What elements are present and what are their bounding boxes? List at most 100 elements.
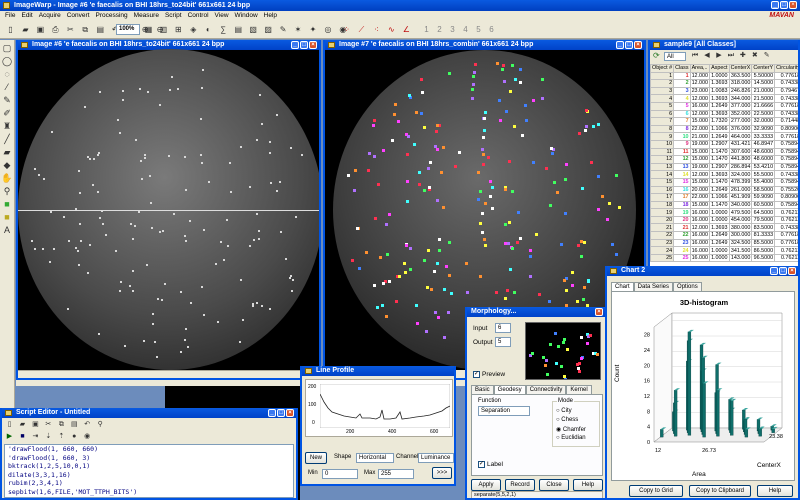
menu-edit[interactable]: Edit bbox=[18, 11, 35, 20]
color-icon[interactable]: ◐ bbox=[202, 23, 215, 36]
star-icon[interactable]: ✶ bbox=[292, 23, 305, 36]
edit-record-icon[interactable]: ✎ bbox=[762, 51, 772, 61]
tab-basic[interactable]: Basic bbox=[471, 385, 494, 394]
fill-icon[interactable]: ♜ bbox=[0, 120, 14, 133]
table-row[interactable]: 8822.0001.1066376.00032.90900.809065 bbox=[650, 124, 798, 134]
table-row[interactable]: 232316.0001.2649324.50085.50000.776184 bbox=[650, 238, 798, 248]
next-record-icon[interactable]: ▶ bbox=[714, 51, 724, 61]
label-checkbox[interactable]: ✓ bbox=[478, 461, 485, 468]
table-row[interactable]: 202016.0001.0000454.00079.50000.762114 bbox=[650, 215, 798, 225]
table-row[interactable]: 10919.0001.2907431.42146.89470.758944 bbox=[650, 139, 798, 149]
grid-icon[interactable]: ▦ bbox=[142, 23, 155, 36]
eraser-icon[interactable]: ▰ bbox=[0, 146, 14, 159]
cut-icon[interactable]: ✂ bbox=[64, 23, 77, 36]
image6-close-icon[interactable]: × bbox=[309, 41, 317, 49]
text-tool-icon[interactable]: A bbox=[0, 224, 14, 237]
select-rect-icon[interactable]: ▢ bbox=[0, 42, 14, 55]
output-field[interactable]: 5 bbox=[495, 337, 511, 347]
max-input[interactable]: 255 bbox=[378, 469, 414, 479]
step-button[interactable]: 5 bbox=[472, 23, 485, 36]
step-button[interactable]: 1 bbox=[420, 23, 433, 36]
yellow-square-icon[interactable]: ■ bbox=[0, 211, 14, 224]
help-button[interactable]: Help bbox=[573, 479, 603, 491]
morphology-close-icon[interactable]: × bbox=[595, 308, 603, 316]
table-row[interactable]: 171722.0001.1066451.90959.90900.809065 bbox=[650, 193, 798, 202]
wand-icon[interactable]: ✦ bbox=[306, 23, 319, 36]
script-min-icon[interactable]: _ bbox=[268, 409, 276, 417]
measurement-table[interactable]: Object # Class Area,.. Aspect CenterX CenterY… bbox=[650, 64, 798, 263]
input-field[interactable]: 6 bbox=[495, 323, 511, 333]
breakpoint-icon[interactable]: ● bbox=[69, 431, 80, 442]
script-cut-icon[interactable]: ✂ bbox=[43, 419, 54, 430]
step-out-icon[interactable]: ⇡ bbox=[56, 431, 67, 442]
image7-min-icon[interactable]: _ bbox=[616, 41, 624, 49]
chart-help-button[interactable]: Help bbox=[757, 485, 793, 497]
points-red-icon[interactable]: ⁖ bbox=[370, 23, 383, 36]
run-icon[interactable]: ▶ bbox=[4, 431, 15, 442]
step-button[interactable]: 4 bbox=[459, 23, 472, 36]
table-row[interactable]: 3323.0001.0083246.82621.00000.794675 bbox=[650, 86, 798, 96]
smudge-icon[interactable]: ✋ bbox=[0, 172, 14, 185]
select-ellipse-icon[interactable]: ◯ bbox=[0, 55, 14, 68]
menu-control[interactable]: Control bbox=[185, 11, 212, 20]
maximize-icon[interactable]: □ bbox=[780, 1, 788, 9]
clone-icon[interactable]: ◆ bbox=[0, 159, 14, 172]
image6-min-icon[interactable]: _ bbox=[291, 41, 299, 49]
table-row[interactable]: 111115.0001.1470307.60048.60000.758944 bbox=[650, 147, 798, 157]
column-header[interactable]: Area,.. bbox=[689, 64, 711, 73]
delete-record-icon[interactable]: ✖ bbox=[750, 51, 760, 61]
last-record-icon[interactable]: ⏭ bbox=[726, 51, 736, 61]
copy-grid-button[interactable]: Copy to Grid bbox=[629, 485, 683, 497]
step-into-icon[interactable]: ⇣ bbox=[43, 431, 54, 442]
min-input[interactable]: 0 bbox=[322, 469, 358, 479]
histogram-icon[interactable]: ▥ bbox=[157, 23, 170, 36]
calc-icon[interactable]: ∑ bbox=[217, 23, 230, 36]
image6-hscroll[interactable] bbox=[18, 370, 319, 378]
chart-close-icon[interactable]: × bbox=[788, 267, 796, 275]
table-row[interactable]: 222216.0001.2649300.00081.33330.776184 bbox=[650, 231, 798, 240]
image6-max-icon[interactable]: □ bbox=[300, 41, 308, 49]
column-header[interactable]: Aspect bbox=[709, 64, 730, 73]
dropper-icon[interactable]: ⚲ bbox=[0, 185, 14, 198]
stop-icon[interactable]: ■ bbox=[17, 431, 28, 442]
script-max-icon[interactable]: □ bbox=[277, 409, 285, 417]
menu-processing[interactable]: Processing bbox=[93, 11, 131, 20]
tab-geodesy[interactable]: Geodesy bbox=[493, 385, 526, 394]
record-button[interactable]: Record bbox=[505, 479, 535, 491]
table-row[interactable]: 131319.0001.2907286.89453.42100.758944 bbox=[650, 162, 798, 172]
function-select[interactable]: Separation bbox=[478, 406, 530, 416]
table-row[interactable]: 2212.0001.3693318.00014.50000.743383 bbox=[650, 79, 798, 88]
open-icon[interactable]: ▰ bbox=[19, 23, 32, 36]
lasso-icon[interactable]: ◌ bbox=[0, 68, 14, 81]
add-record-icon[interactable]: ✚ bbox=[738, 51, 748, 61]
tab-connectivity[interactable]: Connectivity bbox=[525, 385, 567, 394]
tab-chart[interactable]: Chart bbox=[611, 282, 634, 291]
copy-clipboard-button[interactable]: Copy to Clipboard bbox=[689, 485, 751, 497]
target-icon[interactable]: ◎ bbox=[321, 23, 334, 36]
script-paste-icon[interactable]: ▤ bbox=[69, 419, 80, 430]
print-icon[interactable]: ⎙ bbox=[49, 23, 62, 36]
table-row[interactable]: 212112.0001.3693380.00083.50000.743383 bbox=[650, 223, 798, 233]
table-row[interactable]: 6612.0001.3693352.00022.50000.743383 bbox=[650, 109, 798, 119]
measure-icon[interactable]: ⊞ bbox=[172, 23, 185, 36]
table-row[interactable]: 4412.0001.3693344.00021.50000.743383 bbox=[650, 94, 798, 103]
script-copy-icon[interactable]: ⧉ bbox=[56, 419, 67, 430]
script-code-area[interactable]: 'drawFlood(1, 660, 660) 'drawFlood(1, 66… bbox=[4, 444, 294, 498]
table-row[interactable]: 141412.0001.3693324.00055.50000.743383 bbox=[650, 170, 798, 179]
image6-canvas[interactable] bbox=[18, 49, 319, 370]
scatter-red-icon[interactable]: ⁘ bbox=[340, 23, 353, 36]
filter-icon[interactable]: ◈ bbox=[187, 23, 200, 36]
mode-chess[interactable]: ○ Chess bbox=[556, 417, 578, 423]
paste-icon[interactable]: ▤ bbox=[94, 23, 107, 36]
apply-button[interactable]: Apply bbox=[471, 479, 501, 491]
column-header[interactable]: CenterX bbox=[728, 64, 753, 73]
chart-max-icon[interactable]: □ bbox=[779, 267, 787, 275]
table-row[interactable]: 181815.0001.1470340.00060.50000.758944 bbox=[650, 200, 798, 210]
step-icon[interactable]: ⇥ bbox=[30, 431, 41, 442]
column-header[interactable]: Object # bbox=[650, 64, 675, 73]
script-open-icon[interactable]: ▰ bbox=[17, 419, 28, 430]
menu-script[interactable]: Script bbox=[162, 11, 185, 20]
mode-euclidian[interactable]: ○ Euclidian bbox=[556, 435, 586, 441]
brush-icon[interactable]: ✐ bbox=[0, 107, 14, 120]
script-find-icon[interactable]: ⚲ bbox=[95, 419, 106, 430]
